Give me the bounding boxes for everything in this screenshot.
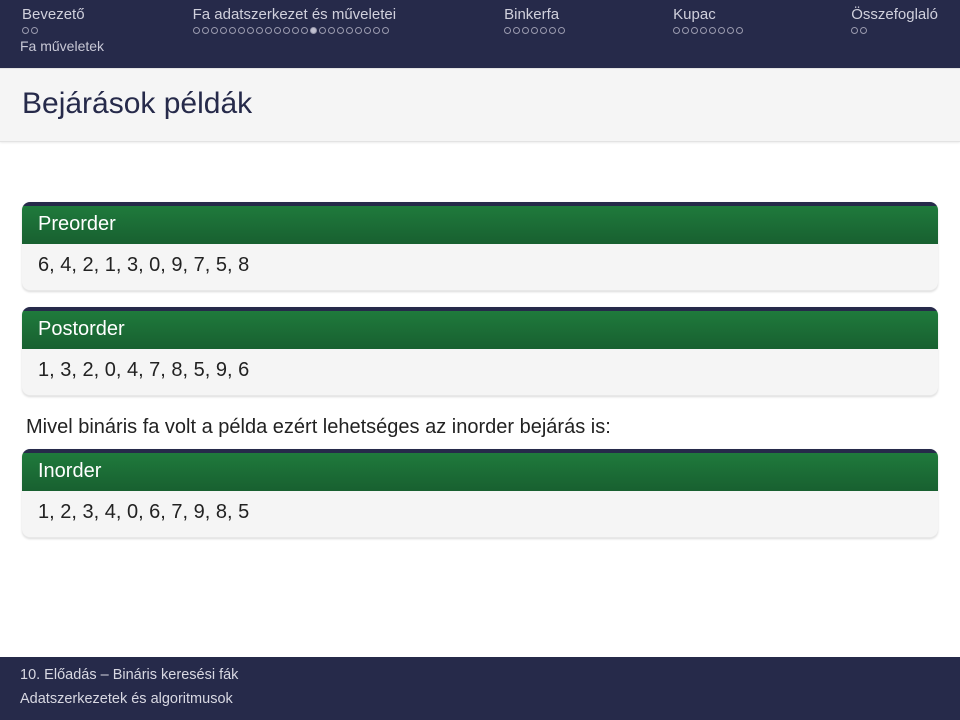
- progress-dot[interactable]: [22, 27, 29, 34]
- inorder-intro-text: Mivel bináris fa volt a példa ezért lehe…: [22, 412, 938, 449]
- nav-section-label: Bevezető: [22, 6, 85, 23]
- slide-title: Bejárások példák: [22, 87, 938, 121]
- progress-dot[interactable]: [373, 27, 380, 34]
- nav-section[interactable]: Összefoglaló: [851, 6, 938, 34]
- progress-dot[interactable]: [504, 27, 511, 34]
- progress-dot[interactable]: [691, 27, 698, 34]
- progress-dot[interactable]: [700, 27, 707, 34]
- progress-dot[interactable]: [283, 27, 290, 34]
- nav-sublabel: Fa műveletek: [20, 38, 940, 54]
- nav-section-label: Összefoglaló: [851, 6, 938, 23]
- progress-dot[interactable]: [355, 27, 362, 34]
- nav-progress-dots: [193, 27, 389, 34]
- progress-dot[interactable]: [247, 27, 254, 34]
- preorder-block: Preorder 6, 4, 2, 1, 3, 0, 9, 7, 5, 8: [22, 202, 938, 291]
- nav-section[interactable]: Kupac: [673, 6, 743, 34]
- progress-dot[interactable]: [851, 27, 858, 34]
- progress-dot[interactable]: [558, 27, 565, 34]
- progress-dot[interactable]: [256, 27, 263, 34]
- progress-dot[interactable]: [727, 27, 734, 34]
- progress-dot[interactable]: [238, 27, 245, 34]
- content-area: Preorder 6, 4, 2, 1, 3, 0, 9, 7, 5, 8 Po…: [0, 142, 960, 538]
- progress-dot[interactable]: [860, 27, 867, 34]
- progress-dot[interactable]: [229, 27, 236, 34]
- inorder-block: Inorder 1, 2, 3, 4, 0, 6, 7, 9, 8, 5: [22, 449, 938, 538]
- progress-dot[interactable]: [522, 27, 529, 34]
- postorder-block: Postorder 1, 3, 2, 0, 4, 7, 8, 5, 9, 6: [22, 307, 938, 396]
- footer-bar: 10. Előadás – Bináris keresési fák Adats…: [0, 657, 960, 720]
- progress-dot[interactable]: [310, 27, 317, 34]
- progress-dot[interactable]: [265, 27, 272, 34]
- nav-progress-dots: [504, 27, 565, 34]
- nav-section[interactable]: Fa adatszerkezet és műveletei: [193, 6, 396, 34]
- progress-dot[interactable]: [328, 27, 335, 34]
- postorder-title: Postorder: [22, 307, 938, 349]
- progress-dot[interactable]: [319, 27, 326, 34]
- nav-section[interactable]: Binkerfa: [504, 6, 565, 34]
- nav-section-label: Fa adatszerkezet és műveletei: [193, 6, 396, 23]
- nav-section-label: Kupac: [673, 6, 716, 23]
- footer-line2: Adatszerkezetek és algoritmusok: [20, 687, 940, 712]
- progress-dot[interactable]: [31, 27, 38, 34]
- progress-dot[interactable]: [220, 27, 227, 34]
- postorder-body: 1, 3, 2, 0, 4, 7, 8, 5, 9, 6: [22, 349, 938, 396]
- progress-dot[interactable]: [274, 27, 281, 34]
- nav-progress-dots: [851, 27, 867, 34]
- preorder-body: 6, 4, 2, 1, 3, 0, 9, 7, 5, 8: [22, 244, 938, 291]
- nav-row: Bevezető Fa adatszerkezet és műveletei Bin…: [20, 0, 940, 34]
- progress-dot[interactable]: [531, 27, 538, 34]
- progress-dot[interactable]: [202, 27, 209, 34]
- progress-dot[interactable]: [682, 27, 689, 34]
- nav-section[interactable]: Bevezető: [22, 6, 85, 34]
- header-bar: Bevezető Fa adatszerkezet és műveletei Bin…: [0, 0, 960, 68]
- nav-progress-dots: [22, 27, 38, 34]
- progress-dot[interactable]: [673, 27, 680, 34]
- progress-dot[interactable]: [718, 27, 725, 34]
- progress-dot[interactable]: [193, 27, 200, 34]
- progress-dot[interactable]: [540, 27, 547, 34]
- progress-dot[interactable]: [709, 27, 716, 34]
- progress-dot[interactable]: [513, 27, 520, 34]
- progress-dot[interactable]: [736, 27, 743, 34]
- footer-line1: 10. Előadás – Bináris keresési fák: [20, 663, 940, 688]
- inorder-body: 1, 2, 3, 4, 0, 6, 7, 9, 8, 5: [22, 491, 938, 538]
- inorder-title: Inorder: [22, 449, 938, 491]
- preorder-title: Preorder: [22, 202, 938, 244]
- progress-dot[interactable]: [346, 27, 353, 34]
- progress-dot[interactable]: [292, 27, 299, 34]
- title-band: Bejárások példák: [0, 68, 960, 142]
- nav-progress-dots: [673, 27, 743, 34]
- progress-dot[interactable]: [211, 27, 218, 34]
- progress-dot[interactable]: [364, 27, 371, 34]
- nav-section-label: Binkerfa: [504, 6, 559, 23]
- progress-dot[interactable]: [549, 27, 556, 34]
- progress-dot[interactable]: [301, 27, 308, 34]
- progress-dot[interactable]: [382, 27, 389, 34]
- progress-dot[interactable]: [337, 27, 344, 34]
